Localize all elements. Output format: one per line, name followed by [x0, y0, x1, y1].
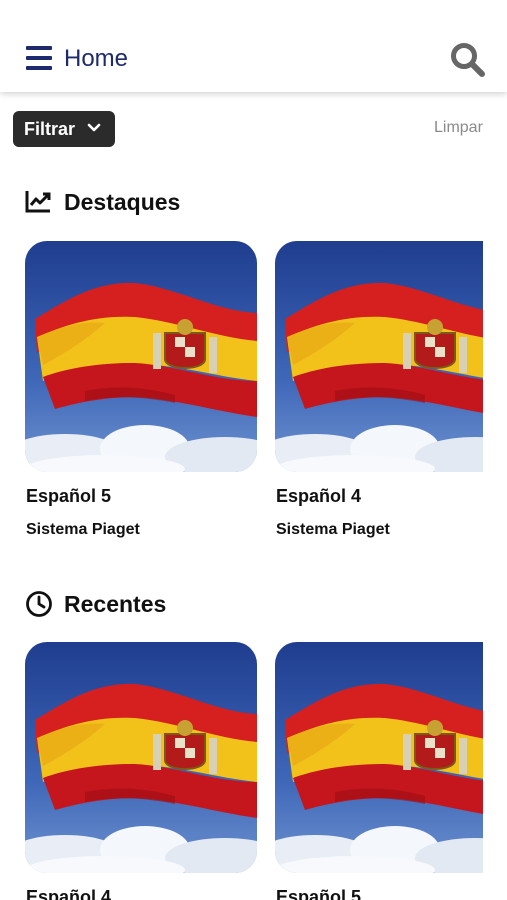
course-title: Español 4: [26, 887, 112, 900]
course-card[interactable]: Español 5 Sistema Piaget: [25, 241, 257, 546]
highlights-carousel[interactable]: Español 5 Sistema Piaget Español 4 Siste…: [25, 241, 483, 546]
section-title-highlights: Destaques: [64, 189, 181, 215]
course-subtitle: Sistema Piaget: [26, 521, 140, 538]
spain-flag-image: [25, 241, 257, 472]
spain-flag-image: [25, 642, 257, 873]
chevron-down-icon: [87, 123, 101, 132]
section-title-recent: Recentes: [64, 591, 167, 617]
page-title: Home: [64, 45, 129, 72]
clear-filters-link[interactable]: Limpar: [434, 118, 483, 138]
course-card[interactable]: Español 4: [25, 642, 257, 900]
course-title: Español 5: [26, 486, 112, 506]
clock-icon: [26, 591, 52, 617]
course-title: Español 5: [276, 887, 362, 900]
spain-flag-image: [275, 642, 483, 873]
course-card[interactable]: Español 4 Sistema Piaget: [275, 241, 483, 546]
spain-flag-image: [275, 241, 483, 472]
hamburger-menu-icon[interactable]: [24, 44, 54, 72]
app-header: Home: [0, 0, 507, 92]
filter-button[interactable]: Filtrar: [13, 111, 115, 147]
course-card[interactable]: Español 5: [275, 642, 483, 900]
course-subtitle: Sistema Piaget: [276, 521, 390, 538]
filter-label: Filtrar: [24, 119, 76, 139]
course-title: Español 4: [276, 486, 362, 506]
search-icon[interactable]: [448, 40, 488, 80]
recent-carousel[interactable]: Español 4 Español 5: [25, 642, 483, 900]
trending-chart-icon: [25, 191, 51, 213]
